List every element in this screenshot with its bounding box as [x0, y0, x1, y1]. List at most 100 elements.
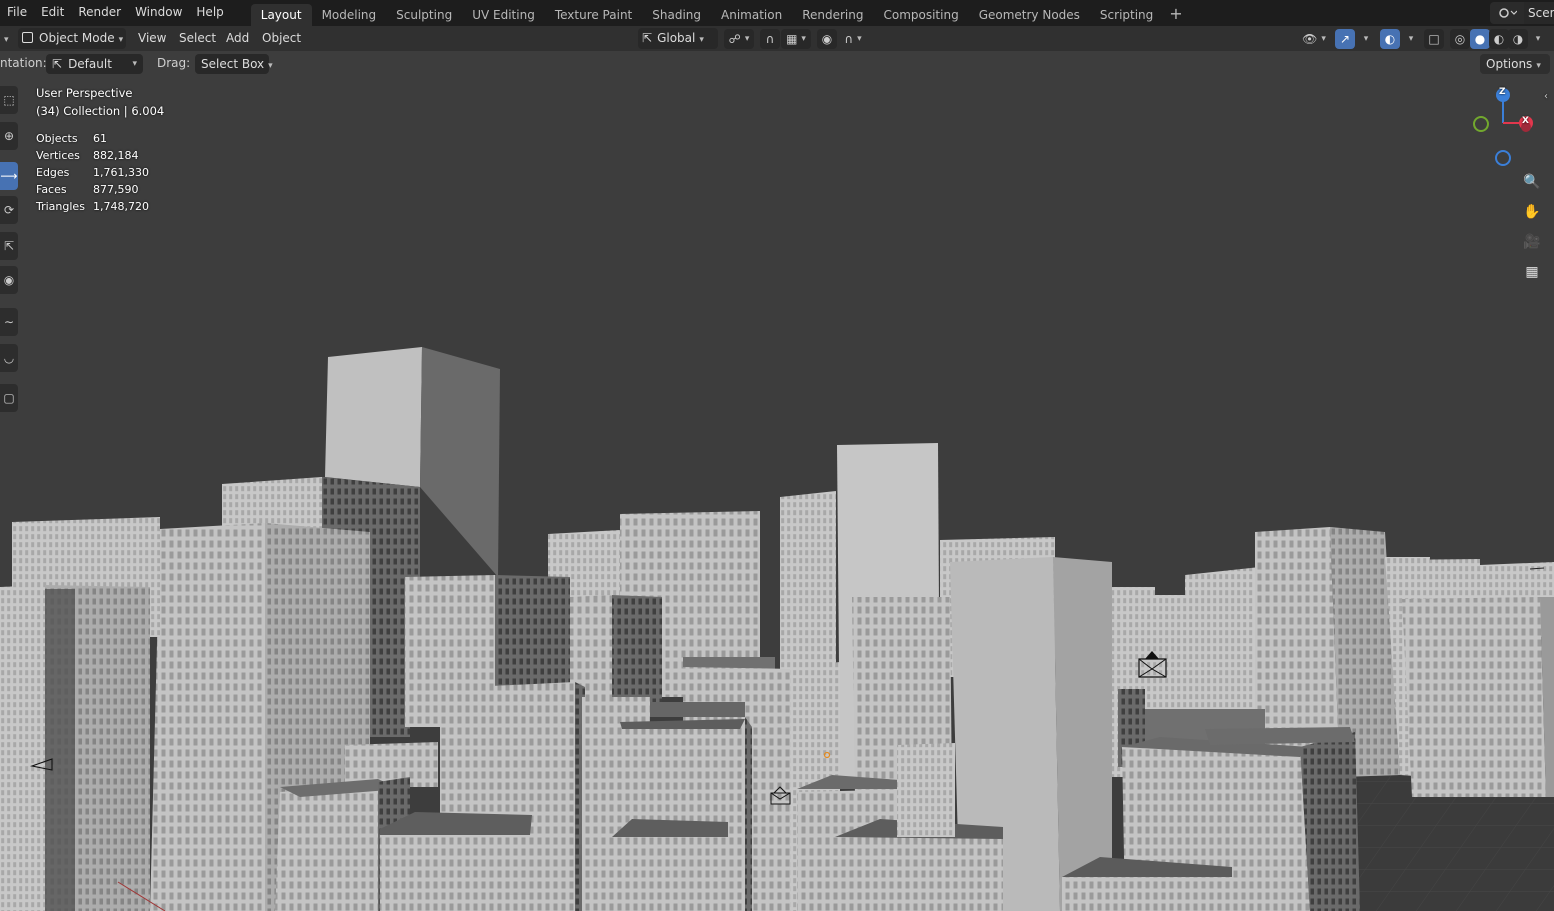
xray-toggle-icon[interactable]: □ [1424, 29, 1444, 49]
move-icon[interactable]: ⟶ [0, 162, 18, 190]
tab-texture-paint[interactable]: Texture Paint [545, 4, 642, 26]
stat-value: 882,184 [93, 149, 139, 162]
chevron-down-icon: ▾ [699, 35, 704, 45]
stat-value: 1,761,330 [93, 166, 149, 179]
tab-rendering[interactable]: Rendering [792, 4, 873, 26]
stat-vertices: Vertices 882,184 [36, 149, 139, 162]
add-cube-icon[interactable]: ▢ [0, 384, 18, 412]
wireframe-shading-icon[interactable]: ◎ [1450, 29, 1470, 49]
menu-add[interactable]: Add [226, 28, 249, 49]
tab-shading[interactable]: Shading [642, 4, 711, 26]
orientation-dropdown[interactable]: ⇱ Default ▾ [46, 54, 143, 74]
chevron-down-icon: ▾ [132, 59, 137, 69]
stat-value: 61 [93, 132, 107, 145]
stat-value: 877,590 [93, 183, 139, 196]
rendered-shading-icon[interactable]: ◑ [1508, 29, 1528, 49]
menu-select[interactable]: Select [179, 28, 216, 49]
object-mode-icon [22, 32, 33, 43]
falloff-icon[interactable]: ∩ ▾ [838, 29, 868, 49]
tab-compositing[interactable]: Compositing [873, 4, 968, 26]
stat-edges: Edges 1,761,330 [36, 166, 149, 179]
measure-icon[interactable]: ◡ [0, 344, 18, 372]
orientation-label: ntation: [0, 56, 47, 70]
drag-label: Drag: [157, 56, 191, 70]
scene-name[interactable]: Scer [1524, 2, 1554, 24]
mode-dropdown[interactable]: Object Mode ▾ [18, 28, 126, 49]
tab-layout[interactable]: Layout [250, 3, 312, 26]
transform-orientation-dropdown[interactable]: ⇱ Global ▾ [638, 28, 718, 49]
overlay-dropdown-icon[interactable]: ▾ [1401, 29, 1417, 49]
drag-dropdown[interactable]: Select Box ▾ [195, 54, 273, 74]
stat-label: Objects [36, 132, 78, 145]
tab-scripting[interactable]: Scripting [1090, 4, 1163, 26]
tab-uv-editing[interactable]: UV Editing [462, 4, 545, 26]
tab-geometry-nodes[interactable]: Geometry Nodes [969, 4, 1090, 26]
camera-view-icon[interactable]: 🎥 [1519, 229, 1545, 255]
workspace-tabs: Layout Modeling Sculpting UV Editing Tex… [250, 0, 1189, 26]
select-box-icon[interactable]: ⬚ [0, 86, 18, 114]
zoom-icon[interactable]: 🔍 [1519, 169, 1545, 195]
visibility-icon[interactable]: 👁 ▾ [1298, 29, 1330, 49]
stat-label: Vertices [36, 149, 80, 162]
annotate-icon[interactable]: ∼ [0, 308, 18, 336]
gizmo-toggle-icon[interactable]: ↗ [1335, 29, 1355, 49]
orientation-value: Default [68, 57, 112, 71]
snap-target-icon[interactable]: ▦ ▾ [781, 29, 811, 49]
proportional-edit-icon[interactable]: ◉ [817, 29, 837, 49]
3d-viewport[interactable]: User Perspective (34) Collection | 6.004… [0, 77, 1554, 911]
drag-value: Select Box [201, 57, 265, 71]
view-name: User Perspective [36, 86, 133, 100]
options-label: Options [1486, 57, 1533, 71]
pan-hand-icon[interactable]: ✋ [1519, 199, 1545, 225]
stat-triangles: Triangles 1,748,720 [36, 200, 149, 213]
rotate-icon[interactable]: ⟳ [0, 196, 18, 224]
overlay-toggle-icon[interactable]: ◐ [1380, 29, 1400, 49]
sidebar-toggle-icon[interactable]: ‹ [1544, 91, 1548, 102]
menu-render[interactable]: Render [71, 0, 128, 26]
scene-selector[interactable]: Scer [1490, 2, 1554, 24]
menu-view[interactable]: View [138, 28, 166, 49]
pivot-point-icon[interactable]: ☍ ▾ [724, 29, 754, 49]
viewport-header: ▾ Object Mode ▾ View Select Add Object ⇱ G… [0, 26, 1554, 51]
solid-shading-icon[interactable]: ● [1470, 29, 1490, 49]
mode-label: Object Mode [39, 31, 115, 45]
collection-info: (34) Collection | 6.004 [36, 104, 165, 118]
top-menubar: File Edit Render Window Help Layout Mode… [0, 0, 1554, 26]
tab-modeling[interactable]: Modeling [312, 4, 387, 26]
stat-value: 1,748,720 [93, 200, 149, 213]
menu-file[interactable]: File [0, 0, 34, 26]
gizmo-dropdown-icon[interactable]: ▾ [1356, 29, 1372, 49]
stat-label: Edges [36, 166, 70, 179]
city-scene [0, 347, 1554, 911]
neg-z-axis-handle[interactable] [1495, 150, 1511, 166]
snap-toggle-icon[interactable]: ∩ [760, 29, 780, 49]
scene-icon[interactable] [1490, 2, 1524, 24]
orientation-icon: ⇱ [642, 31, 653, 45]
add-workspace-button[interactable]: + [1163, 4, 1188, 23]
grid-view-icon[interactable]: ▦ [1519, 259, 1545, 285]
stat-label: Triangles [36, 200, 85, 213]
y-axis-handle[interactable] [1473, 116, 1489, 132]
shading-dropdown-icon[interactable]: ▾ [1528, 29, 1544, 49]
material-shading-icon[interactable]: ◐ [1489, 29, 1509, 49]
orientation-label: Global [657, 31, 696, 45]
options-dropdown[interactable]: Options ▾ [1480, 54, 1550, 74]
menu-help[interactable]: Help [189, 0, 230, 26]
x-axis-label: X [1522, 116, 1529, 126]
orientation-axis-icon: ⇱ [52, 57, 63, 71]
menu-edit[interactable]: Edit [34, 0, 71, 26]
chevron-down-icon: ▾ [1536, 61, 1541, 71]
scale-icon[interactable]: ⇱ [0, 232, 18, 260]
chevron-down-icon: ▾ [118, 35, 124, 45]
blender-window: File Edit Render Window Help Layout Mode… [0, 0, 1554, 911]
stat-faces: Faces 877,590 [36, 183, 139, 196]
stat-objects: Objects 61 [36, 132, 107, 145]
transform-icon[interactable]: ◉ [0, 266, 18, 294]
cursor-icon[interactable]: ⊕ [0, 122, 18, 150]
tab-animation[interactable]: Animation [711, 4, 792, 26]
stat-label: Faces [36, 183, 67, 196]
editor-type-chevron-icon[interactable]: ▾ [0, 28, 12, 49]
menu-window[interactable]: Window [128, 0, 189, 26]
tab-sculpting[interactable]: Sculpting [386, 4, 462, 26]
menu-object[interactable]: Object [262, 28, 301, 49]
